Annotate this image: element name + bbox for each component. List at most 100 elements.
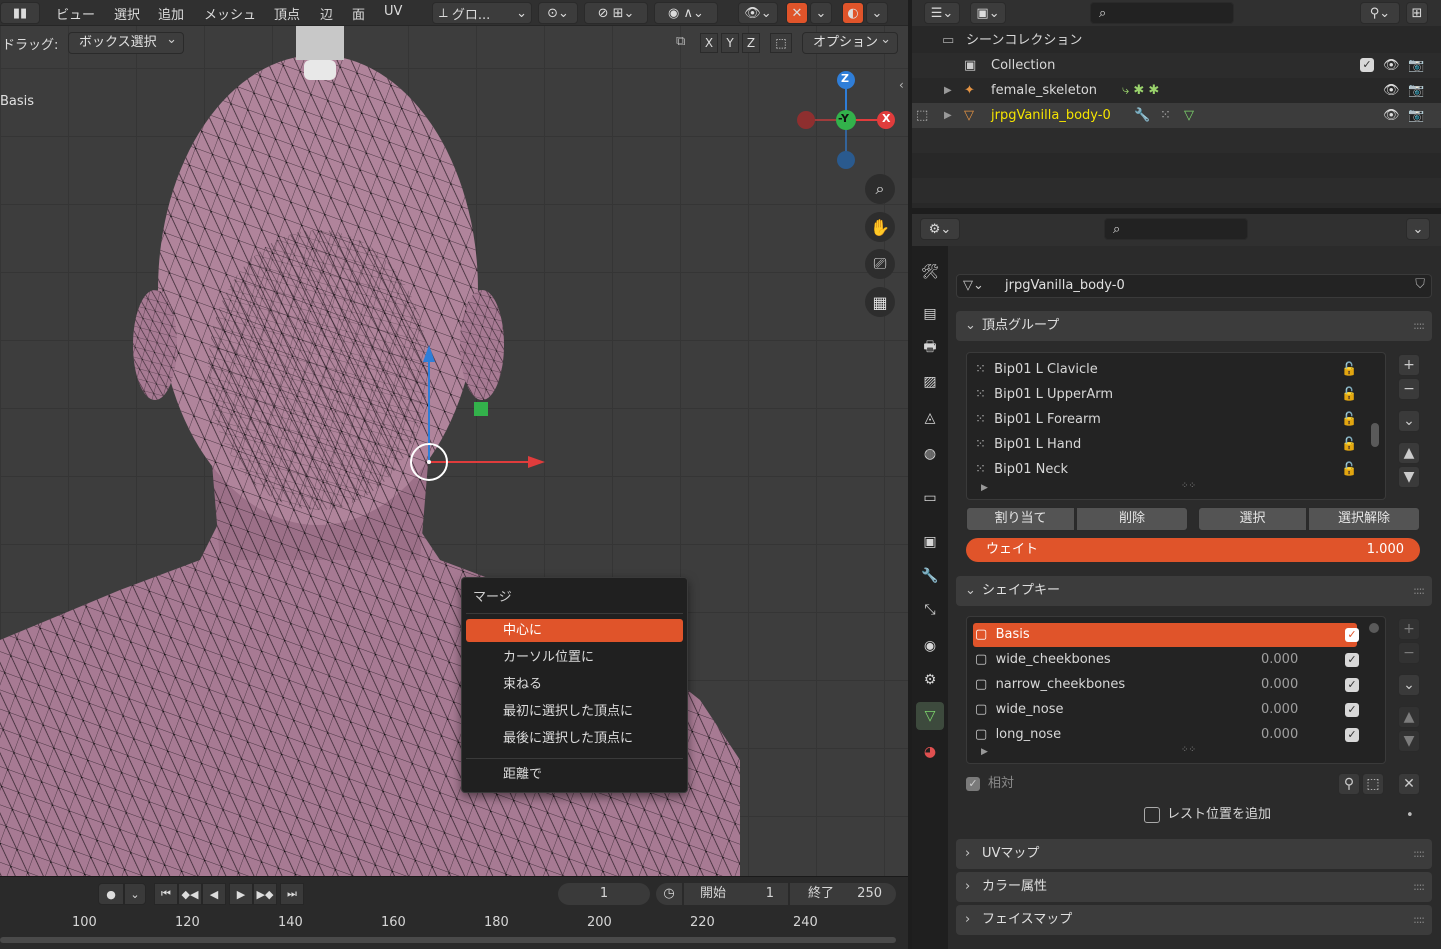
properties-options-icon[interactable]: ⌄	[1406, 218, 1430, 240]
clock-icon[interactable]: ◷	[656, 883, 682, 905]
drag-grip-icon[interactable]: ::::	[1413, 839, 1425, 869]
expand-arrow-icon[interactable]: ▶	[944, 103, 952, 128]
vertex-group-item[interactable]: ⁙ Bip01 L Hand 🔓	[975, 433, 1375, 457]
outliner-row-skeleton[interactable]: ▶ ✦ female_skeleton ⤷ ✱ ✱ 👁 📷	[912, 78, 1441, 103]
list-scrollbar[interactable]	[1371, 423, 1379, 447]
weight-slider[interactable]: ウェイト 1.000	[966, 538, 1420, 562]
shape-key-item[interactable]: ▢ wide_nose 0.000 ✓	[975, 698, 1375, 722]
render-tab-icon[interactable]: ▤	[916, 300, 944, 328]
deselect-button[interactable]: 選択解除	[1308, 507, 1420, 531]
menu-edge[interactable]: 辺	[320, 4, 333, 23]
list-resize-grip-icon[interactable]: ⁘⁘	[1181, 745, 1196, 755]
add-shape-key-icon[interactable]: +	[1398, 618, 1420, 640]
shape-key-item[interactable]: ▢ wide_cheekbones 0.000 ✓	[975, 648, 1375, 672]
filter-view-icon[interactable]: ▣⌄	[970, 2, 1006, 24]
merge-at-last[interactable]: 最後に選択した頂点に	[466, 727, 683, 750]
expand-arrow-icon[interactable]: ▶	[944, 78, 952, 103]
expand-filter-icon[interactable]: ▶	[981, 483, 988, 493]
shape-key-mute-checkbox[interactable]: ✓	[1345, 728, 1359, 742]
unlock-icon[interactable]: 🔓	[1341, 458, 1357, 482]
collection-tab-icon[interactable]: ▭	[916, 484, 944, 512]
scene-collection-row[interactable]: ▭ シーンコレクション	[912, 28, 1441, 53]
proportional-edit-icon[interactable]: ◉ ∧⌄	[654, 2, 718, 24]
menu-add[interactable]: 追加	[158, 4, 184, 23]
list-resize-grip-icon[interactable]: ⁘⁘	[1181, 481, 1196, 491]
pan-hand-icon[interactable]: ✋	[865, 212, 895, 242]
add-vertex-group-icon[interactable]: +	[1398, 354, 1420, 376]
scene-tab-icon[interactable]: ◬	[916, 404, 944, 432]
unlock-icon[interactable]: 🔓	[1341, 408, 1357, 432]
menu-mesh[interactable]: メッシュ	[204, 4, 256, 23]
output-tab-icon[interactable]: 🖶	[916, 334, 944, 362]
outliner-search-input[interactable]: ⌕	[1090, 2, 1234, 24]
vertex-group-item[interactable]: ⁙ Bip01 L UpperArm 🔓	[975, 383, 1375, 407]
overlay-dropdown-icon[interactable]: ⌄	[866, 2, 888, 24]
move-down-icon[interactable]: ▼	[1398, 730, 1420, 752]
gizmo-dropdown-icon[interactable]: ⌄	[810, 2, 832, 24]
menu-vertex[interactable]: 頂点	[274, 4, 300, 23]
drag-grip-icon[interactable]: ::::	[1413, 872, 1425, 902]
record-icon[interactable]: ●	[98, 883, 124, 905]
filter-icon[interactable]: ⚲⌄	[1360, 2, 1400, 24]
select-button[interactable]: 選択	[1198, 507, 1307, 531]
render-camera-icon[interactable]: 📷	[1408, 53, 1424, 78]
keying-dropdown-icon[interactable]: ⌄	[124, 883, 146, 905]
unlock-icon[interactable]: 🔓	[1341, 433, 1357, 457]
shape-key-mute-checkbox[interactable]: ✓	[1345, 703, 1359, 717]
shape-key-item[interactable]: ▢ Basis ✓	[975, 623, 1375, 647]
gizmo-toggle-icon[interactable]: ✕	[786, 2, 808, 24]
jump-end-icon[interactable]: ⏭	[280, 883, 304, 905]
relative-checkbox[interactable]: ✓	[966, 777, 980, 791]
world-tab-icon[interactable]: ◍	[916, 440, 944, 468]
vertex-group-item[interactable]: ⁙ Bip01 L Forearm 🔓	[975, 408, 1375, 432]
mesh-model[interactable]	[0, 0, 908, 876]
mirror-y-toggle[interactable]: Y	[721, 33, 739, 53]
current-frame-field[interactable]: 1	[558, 883, 650, 905]
visibility-icon[interactable]: 👁⌄	[738, 2, 778, 24]
merge-by-distance[interactable]: 距離で	[466, 763, 683, 786]
move-up-icon[interactable]: ▲	[1398, 706, 1420, 728]
drag-mode-dropdown[interactable]: ボックス選択	[68, 30, 184, 54]
assign-button[interactable]: 割り当て	[966, 507, 1075, 531]
relative-toggle[interactable]: ✓ 相対	[966, 774, 1066, 794]
drag-grip-icon[interactable]: ::::	[1413, 905, 1425, 935]
prev-keyframe-icon[interactable]: ◆◀	[178, 883, 202, 905]
shape-key-item[interactable]: ▢ narrow_cheekbones 0.000 ✓	[975, 673, 1375, 697]
physics-tab-icon[interactable]: ◉	[916, 632, 944, 660]
unlock-icon[interactable]: 🔓	[1341, 358, 1357, 382]
view-layer-tab-icon[interactable]: ▨	[916, 368, 944, 396]
shape-key-specials-icon[interactable]: ⌄	[1398, 674, 1420, 696]
start-frame-field[interactable]: 開始 1	[684, 883, 788, 905]
options-dropdown[interactable]: オプション	[802, 30, 898, 54]
mode-toggle[interactable]: ▮▮	[0, 2, 40, 24]
properties-search-input[interactable]: ⌕	[1104, 218, 1248, 240]
tool-tab-icon[interactable]: 🛠	[916, 258, 944, 286]
pivot-point-icon[interactable]: ⊙⌄	[538, 2, 578, 24]
uv-maps-panel-header[interactable]: › UVマップ ::::	[956, 839, 1432, 869]
shape-keys-panel-header[interactable]: ⌄ シェイプキー ::::	[956, 576, 1432, 606]
shape-key-item[interactable]: ▢ long_nose 0.000 ✓	[975, 723, 1375, 747]
remove-vertex-group-icon[interactable]: −	[1398, 378, 1420, 400]
overlay-toggle-icon[interactable]: ◐	[842, 2, 864, 24]
mirror-x-toggle[interactable]: X	[700, 33, 718, 53]
timeline-scrollbar[interactable]	[0, 937, 896, 943]
fake-user-shield-icon[interactable]: ⛉	[1415, 277, 1425, 292]
next-keyframe-icon[interactable]: ▶◆	[253, 883, 277, 905]
edit-mode-icon[interactable]: ⬚	[916, 103, 928, 128]
jump-start-icon[interactable]: ⏮	[154, 883, 178, 905]
add-rest-position-toggle[interactable]: レスト位置を追加	[1144, 805, 1344, 825]
vertex-groups-panel-header[interactable]: ⌄ 頂点グループ ::::	[956, 311, 1432, 341]
constraints-tab-icon[interactable]: ⚙	[916, 666, 944, 694]
merge-at-center[interactable]: 中心に	[466, 619, 683, 642]
move-down-icon[interactable]: ▼	[1398, 466, 1420, 488]
pin-icon[interactable]: ⚲	[1338, 773, 1360, 795]
remove-button[interactable]: 削除	[1076, 507, 1188, 531]
edit-mode-shape-icon[interactable]: ⬚	[1362, 773, 1384, 795]
3d-viewport[interactable]: ▮▮ ビュー 選択 追加 メッシュ 頂点 辺 面 UV ⟂ グロ... ⌄ ⊙⌄ …	[0, 0, 908, 876]
unlock-icon[interactable]: 🔓	[1341, 383, 1357, 407]
grid-view-icon[interactable]: ▦	[865, 287, 895, 317]
material-tab-icon[interactable]: ◕	[916, 738, 944, 766]
outliner-row-body[interactable]: ⬚ ▶ ▽ jrpgVanilla_body-0 🔧 ⁙ ▽ 👁 📷	[912, 103, 1441, 128]
include-checkbox[interactable]: ✓	[1360, 58, 1374, 72]
play-reverse-icon[interactable]: ◀	[202, 883, 226, 905]
